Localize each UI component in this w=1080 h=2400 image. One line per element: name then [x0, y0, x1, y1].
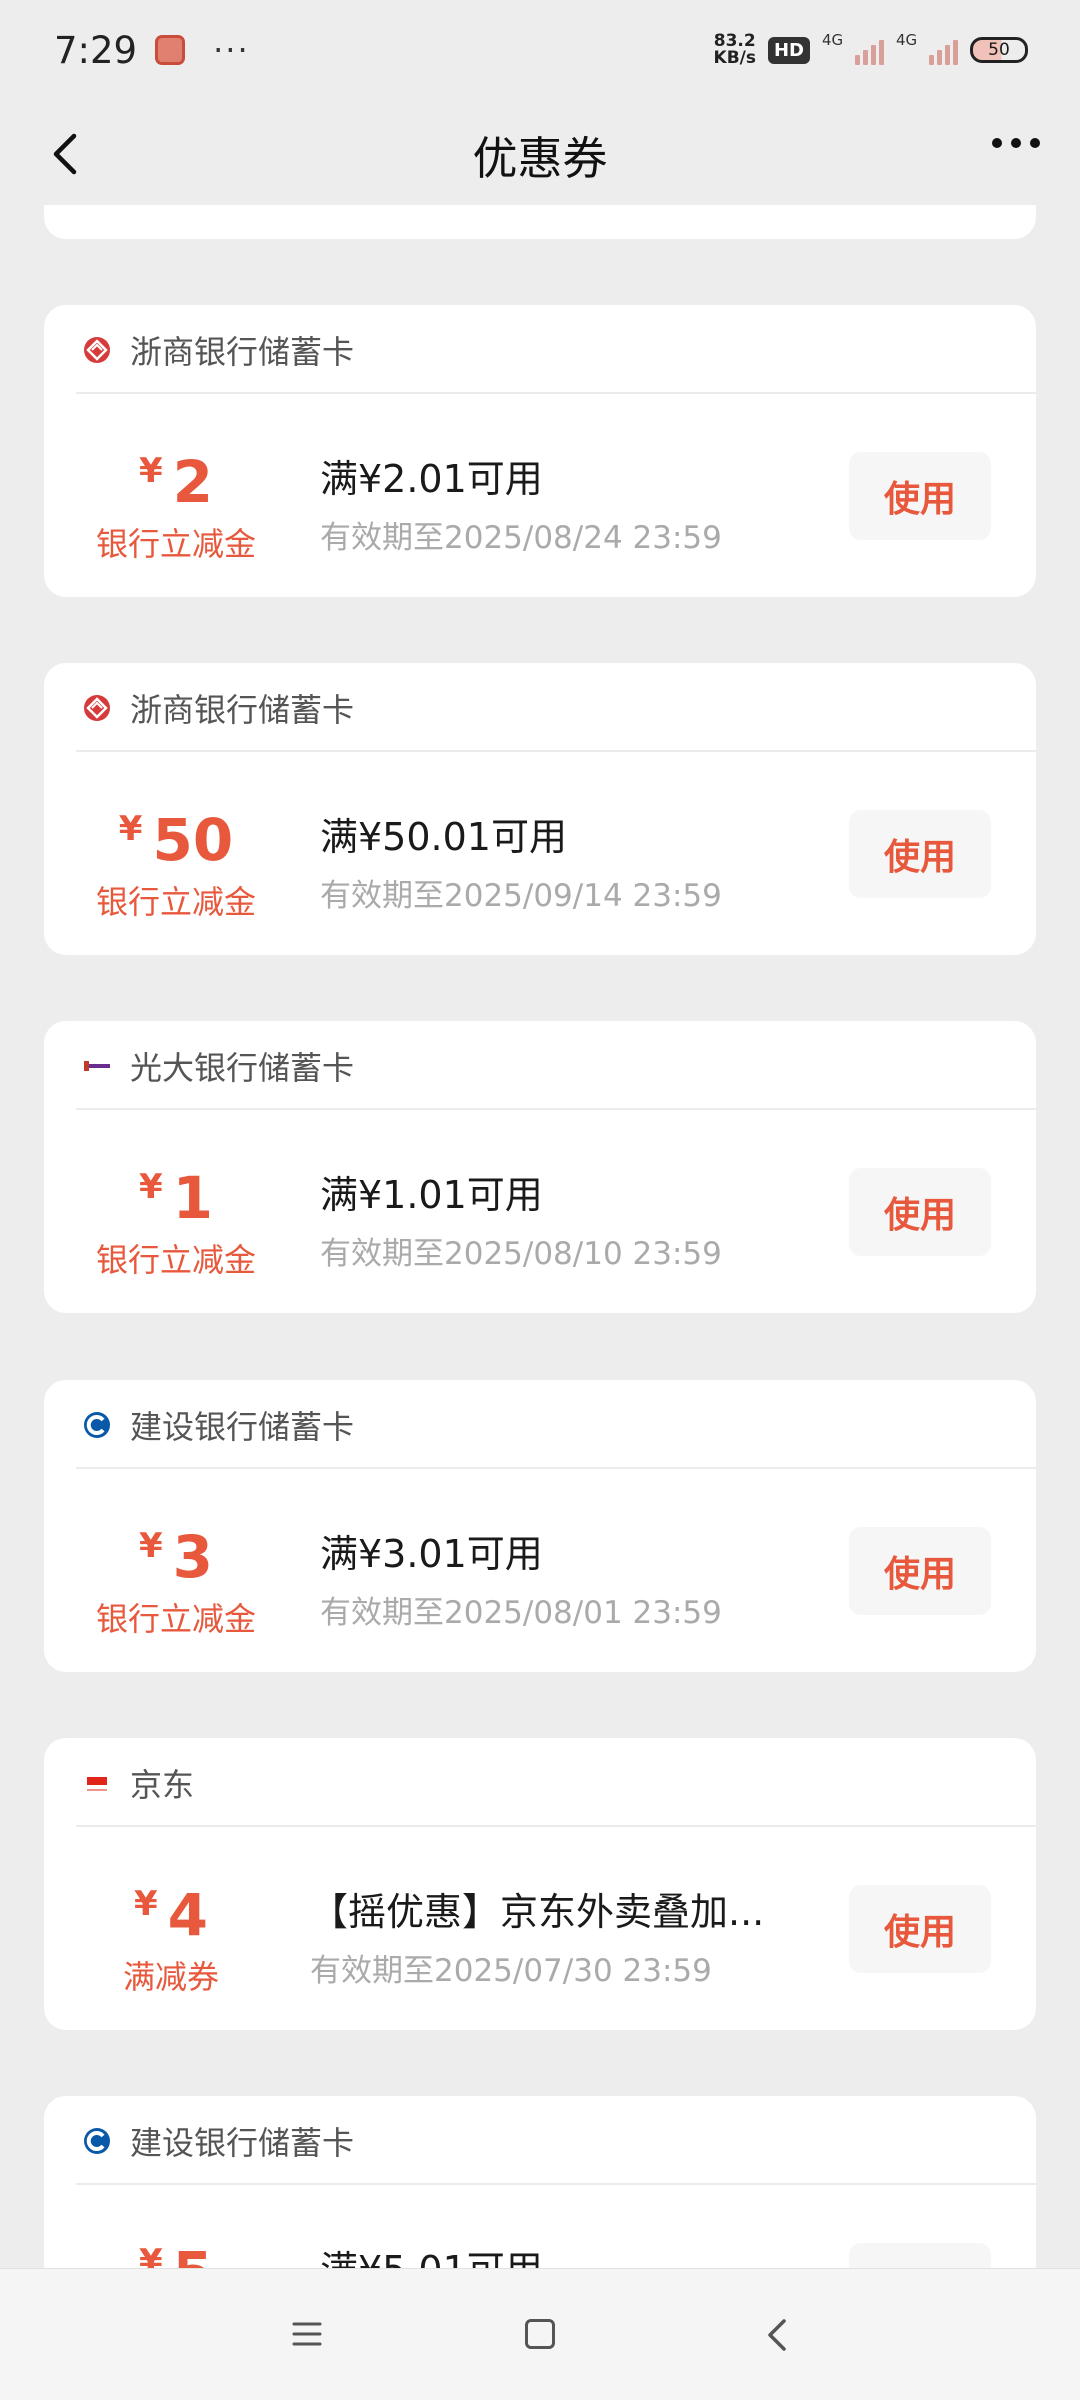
- czbank-icon: [84, 694, 110, 721]
- back-arrow-icon[interactable]: [44, 130, 92, 178]
- coupon-expiry: 有效期至2025/08/01 23:59: [320, 1595, 722, 1631]
- coupon-amount-block: ¥1 银行立减金: [44, 1156, 308, 1281]
- coupon-card-body: ¥1 银行立减金 满¥1.01可用 有效期至2025/08/10 23:59 使…: [44, 1110, 1036, 1313]
- coupon-card-header: 建设银行储蓄卡: [44, 2096, 1036, 2185]
- coupon-amount: ¥1: [138, 1164, 214, 1232]
- status-bar: 7:29 ··· 83.2 KB/s HD 4G 4G 50: [0, 0, 1080, 100]
- battery-level: 50: [988, 40, 1010, 60]
- system-back-icon[interactable]: [764, 2317, 792, 2353]
- coupon-card-header: 光大银行储蓄卡: [44, 1021, 1036, 1110]
- navigation-header: 优惠券: [0, 100, 1080, 208]
- use-coupon-button[interactable]: 使用: [849, 452, 991, 540]
- coupon-condition: 满¥2.01可用: [320, 457, 543, 501]
- coupon-condition: 满¥50.01可用: [320, 815, 567, 859]
- coupon-amount: ¥4: [133, 1881, 209, 1949]
- coupon-issuer: 浙商银行储蓄卡: [130, 690, 355, 729]
- coupon-amount: ¥3: [138, 1523, 214, 1591]
- more-notifications-icon: ···: [213, 31, 250, 69]
- ccb-icon: [84, 1411, 110, 1438]
- coupon-expiry: 有效期至2025/08/10 23:59: [320, 1236, 722, 1272]
- recent-apps-icon[interactable]: [292, 2321, 322, 2347]
- more-options-icon[interactable]: [992, 138, 1040, 148]
- app-notification-icon: [155, 35, 186, 65]
- system-navigation-bar: [0, 2268, 1080, 2400]
- coupon-amount-block: ¥2 银行立减金: [44, 440, 308, 565]
- coupon-card-body: ¥50 银行立减金 满¥50.01可用 有效期至2025/09/14 23:59…: [44, 752, 1036, 955]
- coupon-type: 满减券: [122, 1958, 219, 1996]
- coupon-amount: ¥50: [118, 806, 234, 874]
- coupon-expiry: 有效期至2025/07/30 23:59: [310, 1953, 712, 1989]
- coupon-condition: 满¥1.01可用: [320, 1173, 543, 1217]
- coupon-card: 光大银行储蓄卡 ¥1 银行立减金 满¥1.01可用 有效期至2025/08/10…: [44, 1021, 1036, 1313]
- network-speed: 83.2 KB/s: [714, 33, 756, 67]
- coupon-card-header: 京东: [44, 1738, 1036, 1827]
- coupon-issuer: 光大银行储蓄卡: [130, 1048, 355, 1087]
- coupon-card-header: 建设银行储蓄卡: [44, 1380, 1036, 1469]
- network-speed-unit: KB/s: [713, 48, 756, 68]
- coupon-amount-block: ¥4 满减券: [44, 1873, 298, 1998]
- coupon-amount: ¥2: [138, 448, 214, 516]
- coupon-card-header: 浙商银行储蓄卡: [44, 663, 1036, 752]
- coupon-issuer: 建设银行储蓄卡: [130, 1407, 355, 1446]
- page-title: 优惠券: [472, 131, 608, 185]
- coupon-card: 建设银行储蓄卡 ¥3 银行立减金 满¥3.01可用 有效期至2025/08/01…: [44, 1380, 1036, 1672]
- coupon-condition: 满¥3.01可用: [320, 1532, 543, 1576]
- cebbank-icon: [84, 1059, 110, 1072]
- coupon-type: 银行立减金: [95, 883, 256, 921]
- coupon-issuer: 建设银行储蓄卡: [130, 2123, 355, 2162]
- signal-icon-2: 4G: [896, 31, 958, 65]
- coupon-amount-block: ¥3 银行立减金: [44, 1515, 308, 1640]
- coupon-issuer: 京东: [130, 1765, 195, 1804]
- network-type-label: 4G: [822, 31, 844, 49]
- coupon-type: 银行立减金: [95, 1600, 256, 1638]
- coupon-expiry: 有效期至2025/09/14 23:59: [320, 878, 722, 914]
- coupon-card-header: 浙商银行储蓄卡: [44, 305, 1036, 394]
- network-type-label-2: 4G: [896, 31, 918, 49]
- coupon-card-body: ¥4 满减券 【摇优惠】京东外卖叠加... 有效期至2025/07/30 23:…: [44, 1827, 1036, 2030]
- coupon-type: 银行立减金: [95, 1241, 256, 1279]
- coupon-card-partial-top: [44, 205, 1036, 239]
- use-coupon-button[interactable]: 使用: [849, 1885, 991, 1973]
- home-icon[interactable]: [525, 2319, 555, 2349]
- use-coupon-button[interactable]: 使用: [849, 1168, 991, 1256]
- coupon-card: 京东 ¥4 满减券 【摇优惠】京东外卖叠加... 有效期至2025/07/30 …: [44, 1738, 1036, 2030]
- coupon-amount-block: ¥50 银行立减金: [44, 798, 308, 923]
- status-time: 7:29: [54, 28, 138, 72]
- jd-icon: [85, 1775, 109, 1791]
- use-coupon-button[interactable]: 使用: [849, 1527, 991, 1615]
- coupon-card: 浙商银行储蓄卡 ¥2 银行立减金 满¥2.01可用 有效期至2025/08/24…: [44, 305, 1036, 597]
- coupon-issuer: 浙商银行储蓄卡: [130, 332, 355, 371]
- coupon-card: 浙商银行储蓄卡 ¥50 银行立减金 满¥50.01可用 有效期至2025/09/…: [44, 663, 1036, 955]
- coupon-condition: 【摇优惠】京东外卖叠加...: [310, 1890, 765, 1934]
- czbank-icon: [84, 336, 110, 363]
- coupon-type: 银行立减金: [95, 525, 256, 563]
- battery-icon: 50: [970, 37, 1028, 63]
- coupon-card-body: ¥3 银行立减金 满¥3.01可用 有效期至2025/08/01 23:59 使…: [44, 1469, 1036, 1672]
- use-coupon-button[interactable]: 使用: [849, 810, 991, 898]
- signal-icon: 4G: [822, 31, 884, 65]
- hd-badge: HD: [767, 36, 810, 64]
- coupon-card-body: ¥2 银行立减金 满¥2.01可用 有效期至2025/08/24 23:59 使…: [44, 394, 1036, 597]
- ccb-icon: [84, 2127, 110, 2154]
- coupon-expiry: 有效期至2025/08/24 23:59: [320, 520, 722, 556]
